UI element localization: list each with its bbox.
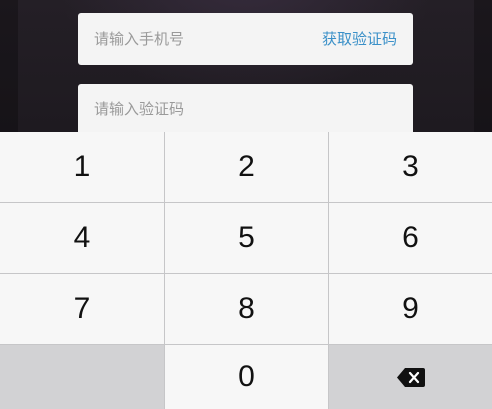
phone-input[interactable] [94, 13, 304, 65]
key-1[interactable]: 1 [0, 132, 164, 202]
key-0[interactable]: 0 [165, 345, 328, 409]
backspace-key[interactable] [329, 345, 492, 409]
key-blank [0, 345, 164, 409]
background-edge-right [474, 0, 492, 132]
verification-code-field[interactable] [78, 84, 413, 134]
background-edge-left [0, 0, 18, 132]
key-7[interactable]: 7 [0, 274, 164, 344]
key-4[interactable]: 4 [0, 203, 164, 273]
delete-left-icon [396, 367, 426, 388]
key-8[interactable]: 8 [165, 274, 328, 344]
key-3[interactable]: 3 [329, 132, 492, 202]
key-2[interactable]: 2 [165, 132, 328, 202]
key-9[interactable]: 9 [329, 274, 492, 344]
verification-code-input[interactable] [94, 84, 394, 134]
key-6[interactable]: 6 [329, 203, 492, 273]
key-5[interactable]: 5 [165, 203, 328, 273]
phone-field[interactable]: 获取验证码 [78, 13, 413, 65]
get-code-button[interactable]: 获取验证码 [322, 13, 397, 65]
numeric-keypad: 1 2 3 4 5 6 7 8 9 0 [0, 132, 492, 409]
